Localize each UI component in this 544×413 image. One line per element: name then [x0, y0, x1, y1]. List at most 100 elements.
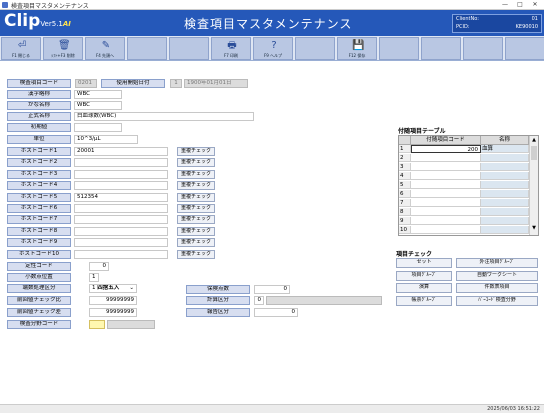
toolbar-button-10[interactable]	[379, 37, 419, 60]
item-check-button[interactable]: 項目ｸﾞﾙｰﾌﾟ	[396, 270, 452, 281]
toolbar-icon-1: ⏎	[17, 40, 27, 51]
subtable-code-cell[interactable]	[411, 190, 481, 199]
duplicate-check-button[interactable]: 重複チェック	[177, 169, 215, 179]
subtable-name-cell[interactable]	[481, 226, 529, 235]
subtable-name-cell[interactable]	[481, 190, 529, 199]
status-datetime: 2025/06/03 16:51:22	[487, 406, 540, 412]
subtable-code-cell[interactable]	[411, 172, 481, 181]
client-info-box: ClientNo: 01 PCID: KE90010	[452, 14, 542, 33]
subtable-name-cell[interactable]	[481, 154, 529, 163]
duplicate-check-button[interactable]: 重複チェック	[177, 238, 215, 248]
item-check-button[interactable]: 帳票ｸﾞﾙｰﾌﾟ	[396, 295, 452, 306]
duplicate-check-button[interactable]: 重複チェック	[177, 158, 215, 168]
scroll-up-icon[interactable]: ▲	[531, 137, 537, 145]
toolbar-button-5[interactable]	[169, 37, 209, 60]
qual-field[interactable]: 0	[89, 262, 109, 271]
host-code-field[interactable]	[74, 215, 168, 225]
subtable-name-cell[interactable]	[481, 217, 529, 226]
insurance-label: 保険点数	[186, 285, 250, 294]
subtable-name-cell[interactable]	[481, 172, 529, 181]
minimize-button[interactable]: —	[498, 1, 512, 9]
insurance-field[interactable]: 0	[254, 285, 290, 294]
unit-field[interactable]: 10^3/μL	[74, 135, 138, 144]
subtable-code-cell[interactable]	[411, 181, 481, 190]
host-code-field[interactable]	[74, 238, 168, 248]
prev-check-field[interactable]: 99999999	[89, 296, 137, 305]
subtable-name-cell[interactable]	[481, 181, 529, 190]
item-check-button[interactable]: 演算	[396, 283, 452, 293]
kana-field[interactable]: WBC	[74, 101, 122, 110]
host-code-field[interactable]: 20001	[74, 147, 168, 156]
toolbar-icon-3: ✎	[101, 40, 111, 51]
scroll-thumb[interactable]	[531, 146, 537, 160]
row-number: 1	[399, 145, 411, 154]
duplicate-check-button[interactable]: 重複チェック	[177, 215, 215, 225]
subtable-name-cell[interactable]	[481, 208, 529, 217]
subtable-code-cell[interactable]	[411, 154, 481, 163]
toolbar-label-9: F12 保存	[348, 53, 366, 58]
duplicate-check-button[interactable]: 重複チェック	[177, 192, 215, 202]
duplicate-check-button[interactable]: 重複チェック	[177, 147, 215, 156]
toolbar-button-9[interactable]: 💾 F12 保存	[337, 37, 377, 60]
subtable-name-cell[interactable]	[481, 163, 529, 172]
toolbar-button-13[interactable]	[505, 37, 544, 60]
toolbar-label-7: F9 ヘルプ	[263, 53, 283, 58]
item-check-button[interactable]: 件数表項目	[456, 283, 538, 293]
host-code-field[interactable]	[74, 226, 168, 236]
report-field[interactable]: 0	[254, 308, 298, 317]
subtable-code-cell[interactable]	[411, 208, 481, 217]
toolbar-button-1[interactable]: ⏎ F1 閉じる	[1, 37, 41, 60]
formal-field[interactable]: 白血球数(WBC)	[74, 112, 254, 121]
host-code-field[interactable]	[74, 158, 168, 168]
rounding-select[interactable]: 1 四捨五入 ⌄	[89, 284, 137, 293]
scroll-down-icon[interactable]: ▼	[531, 225, 537, 233]
calc-field[interactable]: 0	[254, 296, 264, 305]
maximize-button[interactable]: □	[513, 1, 527, 9]
subtable-code-cell[interactable]: 200	[411, 145, 481, 154]
duplicate-check-button[interactable]: 重複チェック	[177, 226, 215, 236]
subtable-name-cell[interactable]	[481, 199, 529, 208]
toolbar-button-6[interactable]: 🖶 F7 印刷	[211, 37, 251, 60]
subtable-code-cell[interactable]	[411, 199, 481, 208]
host-code-label: ホストコード8	[7, 226, 71, 236]
host-code-field[interactable]	[74, 204, 168, 213]
client-value: 01	[531, 16, 538, 22]
toolbar-button-7[interactable]: ? F9 ヘルプ	[253, 37, 293, 60]
host-code-field[interactable]: 512354	[74, 192, 168, 202]
subtable-code-cell[interactable]	[411, 217, 481, 226]
start-date-no-field[interactable]: 1	[170, 79, 182, 88]
toolbar-label-3: F4 先頭へ	[95, 53, 115, 58]
toolbar-button-3[interactable]: ✎ F4 先頭へ	[85, 37, 125, 60]
subtable-name-cell[interactable]: 血算	[481, 145, 529, 154]
subtable-code-cell[interactable]	[411, 226, 481, 235]
host-code-field[interactable]	[74, 181, 168, 191]
item-check-button[interactable]: セット	[396, 258, 452, 268]
kanji-field[interactable]: WBC	[74, 90, 122, 99]
item-check-button[interactable]: 自動ワークシート	[456, 270, 538, 281]
duplicate-check-button[interactable]: 重複チェック	[177, 204, 215, 213]
close-window-button[interactable]: ✕	[528, 1, 542, 9]
duplicate-check-button[interactable]: 重複チェック	[177, 249, 215, 259]
toolbar-button-4[interactable]	[127, 37, 167, 60]
prev-diff-field[interactable]: 99999999	[89, 308, 137, 317]
toolbar-button-12[interactable]	[463, 37, 503, 60]
toolbar-button-8[interactable]	[295, 37, 335, 60]
duplicate-check-button[interactable]: 重複チェック	[177, 181, 215, 191]
code-field[interactable]: 0201	[75, 79, 97, 88]
toolbar-button-2[interactable]: 🗑 ｼﾌﾄ+F3 削除	[43, 37, 83, 60]
toolbar-button-11[interactable]	[421, 37, 461, 60]
analysis-field[interactable]	[89, 320, 105, 329]
toolbar-icon-6: 🖶	[227, 40, 237, 51]
item-check-button[interactable]: 外注項目ｸﾞﾙｰﾌﾟ	[456, 258, 538, 268]
subtable-scrollbar[interactable]: ▲ ▼	[529, 136, 538, 235]
item-check-button[interactable]: ﾊﾞｰｺｰﾄﾞ検査分野	[456, 295, 538, 306]
host-code-field[interactable]	[74, 249, 168, 259]
initial-field[interactable]	[74, 123, 122, 132]
kanji-label: 漢字略称	[7, 90, 71, 99]
host-code-field[interactable]	[74, 169, 168, 179]
pcid-value: KE90010	[515, 24, 538, 30]
start-date-field[interactable]: 1900年01月01日	[184, 79, 248, 88]
toolbar-label-1: F1 閉じる	[11, 53, 31, 58]
decimal-field[interactable]: 1	[89, 273, 99, 282]
subtable-code-cell[interactable]	[411, 163, 481, 172]
